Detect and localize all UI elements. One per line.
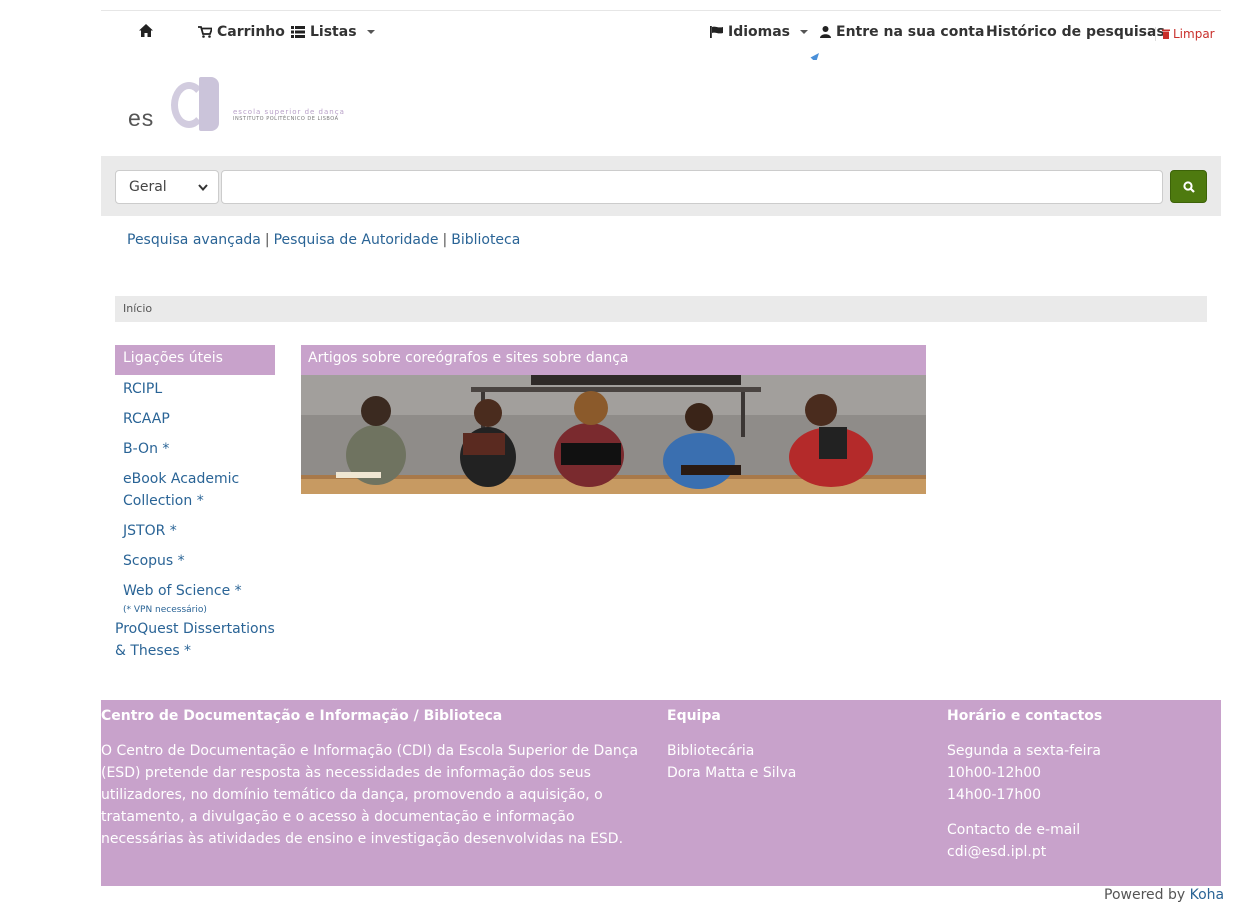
sidebar-item-jstor[interactable]: JSTOR * — [115, 520, 275, 542]
footer-contact-label: Contacto de e-mail — [947, 822, 1081, 838]
languages-label: Idiomas — [728, 24, 791, 40]
top-divider — [101, 10, 1221, 11]
koha-link[interactable]: Koha — [1190, 887, 1225, 903]
footer-team-name: Dora Matta e Silva — [667, 765, 797, 781]
students-reading-image[interactable] — [301, 375, 926, 494]
flag-icon — [710, 26, 723, 38]
login-label: Entre na sua conta — [836, 24, 985, 40]
vpn-note: (* VPN necessário) — [123, 605, 207, 615]
site-header: es escola superior de dança INSTITUTO PO… — [101, 60, 1221, 150]
list-icon — [291, 26, 305, 38]
search-bar: Geral — [101, 156, 1221, 216]
footer-hours-title: Horário e contactos — [947, 708, 1103, 724]
sidebar-item-b-on[interactable]: B-On * — [115, 438, 275, 460]
clear-history-label: Limpar — [1173, 27, 1215, 41]
powered-by: Powered by Koha — [1104, 887, 1224, 903]
footer-days: Segunda a sexta-feira — [947, 743, 1101, 759]
footer-hours-morning: 10h00-12h00 — [947, 765, 1042, 781]
breadcrumb-home[interactable]: Início — [123, 302, 152, 315]
search-button[interactable] — [1170, 170, 1207, 203]
authority-search-link[interactable]: Pesquisa de Autoridade — [274, 232, 439, 248]
search-index-select[interactable]: Geral — [115, 170, 219, 204]
separator: | — [264, 232, 270, 248]
search-history-label: Histórico de pesquisas — [986, 24, 1165, 40]
lists-dropdown[interactable]: Listas — [291, 24, 375, 40]
advanced-search-link[interactable]: Pesquisa avançada — [127, 232, 261, 248]
footer-about-text: O Centro de Documentação e Informação (C… — [101, 743, 639, 847]
separator: | — [442, 232, 448, 248]
clear-history-link[interactable]: Limpar — [1155, 27, 1215, 41]
article-title: Artigos sobre coreógrafos e sites sobre … — [301, 345, 926, 375]
home-icon — [139, 24, 153, 37]
sidebar-title: Ligações úteis — [115, 345, 275, 375]
caret-down-icon — [366, 30, 375, 34]
search-history-link[interactable]: Histórico de pesquisas — [986, 24, 1165, 40]
useful-links-sidebar: Ligações úteis RCIPL RCAAP B-On * eBook … — [115, 345, 275, 662]
search-icon — [1182, 180, 1195, 193]
footer-team: Equipa Bibliotecária Dora Matta e Silva — [667, 708, 907, 784]
cart-link[interactable]: Carrinho — [198, 24, 285, 40]
chevron-down-icon — [198, 184, 208, 191]
logo-letters: es — [128, 105, 155, 131]
sidebar-item-rcaap[interactable]: RCAAP — [115, 408, 275, 430]
main-content: Início Ligações úteis RCIPL RCAAP B-On *… — [101, 268, 1221, 692]
top-navbar: Carrinho Listas Idiomas Entre na sua con… — [101, 18, 1221, 52]
sidebar-item-scopus[interactable]: Scopus * — [115, 550, 275, 572]
languages-dropdown[interactable]: Idiomas — [710, 24, 809, 40]
footer-about-title: Centro de Documentação e Informação / Bi… — [101, 708, 503, 724]
footer-hours: Horário e contactos Segunda a sexta-feir… — [947, 708, 1207, 863]
footer-team-role: Bibliotecária — [667, 743, 755, 759]
footer-email[interactable]: cdi@esd.ipl.pt — [947, 841, 1207, 863]
powered-by-prefix: Powered by — [1104, 887, 1186, 903]
sidebar-item-web-of-science[interactable]: Web of Science * — [115, 580, 275, 602]
search-links: Pesquisa avançada | Pesquisa de Autoridade… — [127, 232, 520, 248]
login-link[interactable]: Entre na sua conta — [820, 24, 984, 40]
sidebar-item-proquest[interactable]: ProQuest Dissertations & Theses * — [115, 618, 275, 662]
footer-hours-afternoon: 14h00-17h00 — [947, 787, 1042, 803]
sidebar-item-rcipl[interactable]: RCIPL — [115, 378, 275, 400]
footer-team-title: Equipa — [667, 708, 721, 724]
footer-about: Centro de Documentação e Informação / Bi… — [101, 708, 646, 850]
breadcrumb: Início — [115, 296, 1207, 322]
cart-icon — [198, 26, 212, 38]
article-panel: Artigos sobre coreógrafos e sites sobre … — [301, 345, 926, 494]
sidebar-item-ebook-academic[interactable]: eBook Academic Collection * — [115, 468, 275, 512]
trash-icon — [1162, 29, 1170, 39]
search-index-value: Geral — [129, 179, 167, 195]
logo-line2: INSTITUTO POLITÉCNICO DE LISBOA — [233, 116, 339, 122]
site-footer: Centro de Documentação e Informação / Bi… — [101, 700, 1221, 886]
search-input[interactable] — [221, 170, 1163, 204]
cart-label: Carrinho — [217, 24, 285, 40]
user-icon — [820, 26, 831, 38]
logo-line1: escola superior de dança — [233, 108, 345, 116]
caret-down-icon — [800, 30, 809, 34]
home-link[interactable] — [139, 24, 153, 37]
lists-label: Listas — [310, 24, 357, 40]
logo-bar-shape — [199, 77, 219, 131]
library-link[interactable]: Biblioteca — [451, 232, 520, 248]
